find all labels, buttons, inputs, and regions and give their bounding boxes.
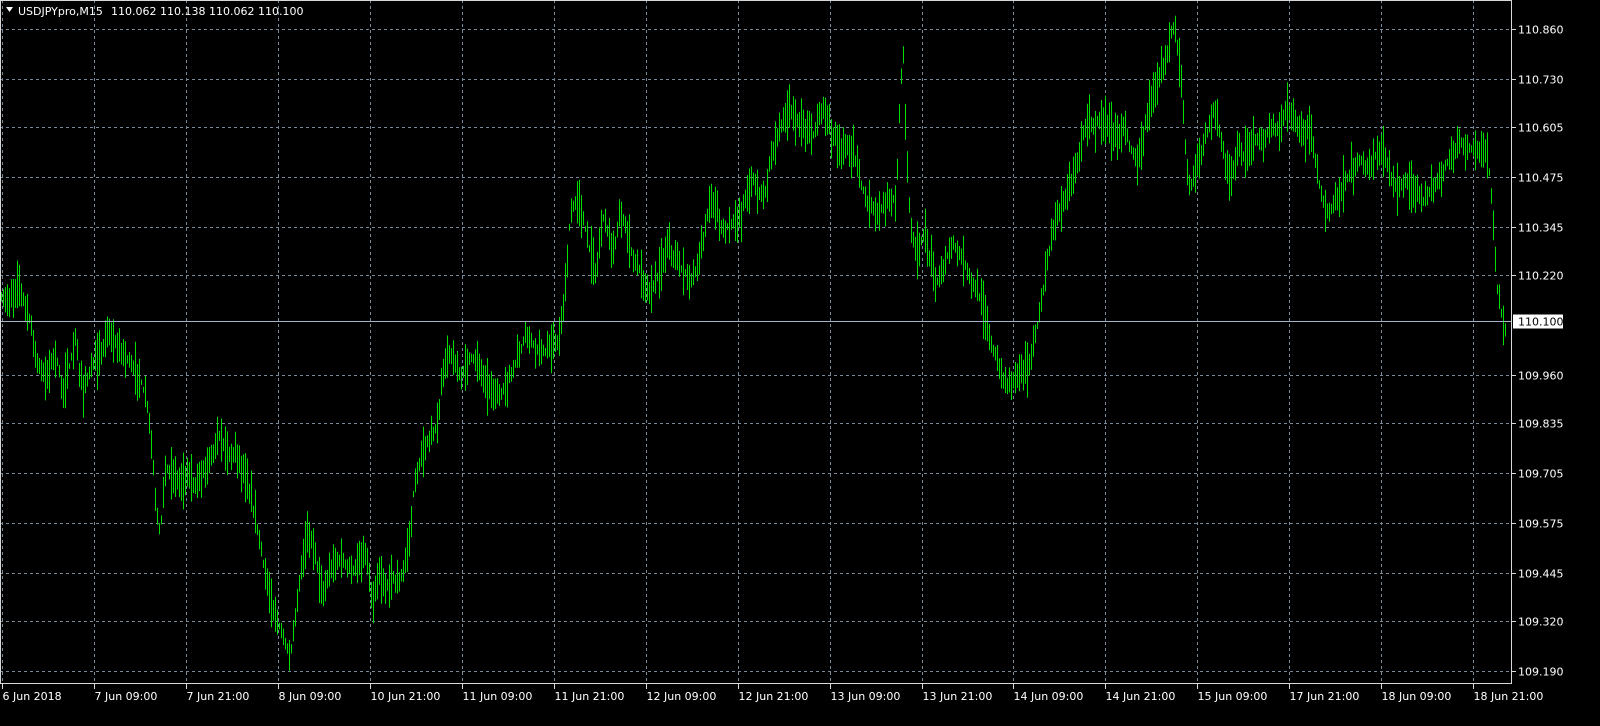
x-tick-label: 17 Jun 21:00 [1290,690,1360,703]
x-tick-label: 18 Jun 21:00 [1474,690,1544,703]
y-tick-label: 109.835 [1518,418,1564,431]
x-tick-label: 13 Jun 09:00 [831,690,901,703]
x-tick-label: 6 Jun 2018 [3,690,62,703]
y-tick-label: 110.860 [1518,24,1564,37]
x-tick-label: 11 Jun 09:00 [463,690,533,703]
y-tick-label: 109.445 [1518,568,1564,581]
x-tick-label: 12 Jun 21:00 [739,690,809,703]
x-tick-label: 8 Jun 09:00 [279,690,342,703]
x-tick-label: 14 Jun 21:00 [1106,690,1176,703]
symbol-label: USDJPYpro,M15 [18,5,103,18]
y-tick-label: 110.475 [1518,172,1564,185]
y-tick-label: 109.705 [1518,468,1564,481]
chart-header: USDJPYpro,M15 110.062 110.138 110.062 11… [6,5,303,18]
x-tick-label: 14 Jun 09:00 [1014,690,1084,703]
price-chart[interactable]: 110.860 110.730 110.605 110.475 110.345 110.2… [0,0,1600,722]
y-tick-label: 109.575 [1518,518,1564,531]
x-tick-label: 7 Jun 09:00 [95,690,158,703]
x-tick-label: 7 Jun 21:00 [187,690,250,703]
y-tick-label: 110.345 [1518,222,1564,235]
x-tick-label: 11 Jun 21:00 [555,690,625,703]
x-tick-label: 10 Jun 21:00 [371,690,441,703]
ohlc-values: 110.062 110.138 110.062 110.100 [111,5,303,18]
y-tick-label: 110.605 [1518,122,1564,135]
y-tick-label: 109.190 [1518,666,1564,679]
y-tick-label: 110.730 [1518,74,1564,87]
chart-background [0,0,1600,722]
y-tick-label: 109.320 [1518,616,1564,629]
x-tick-label: 13 Jun 21:00 [923,690,993,703]
x-tick-label: 18 Jun 09:00 [1382,690,1452,703]
y-tick-label: 109.960 [1518,370,1564,383]
x-tick-label: 12 Jun 09:00 [647,690,717,703]
current-price-label: 110.100 [1518,316,1564,329]
y-tick-label: 110.220 [1518,270,1564,283]
x-tick-label: 15 Jun 09:00 [1198,690,1268,703]
